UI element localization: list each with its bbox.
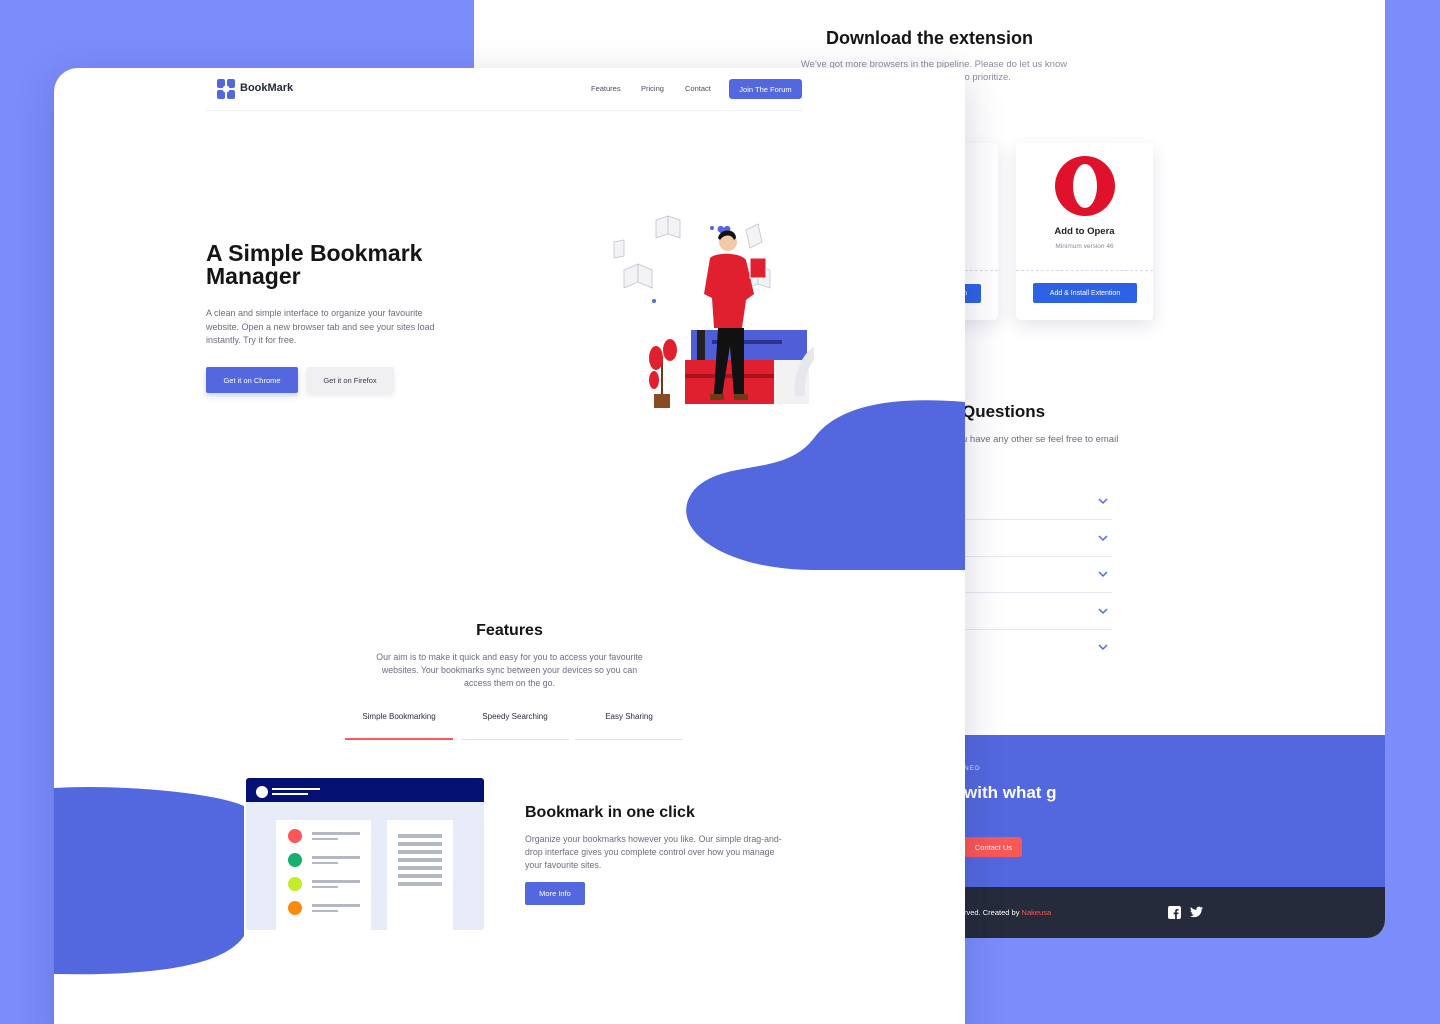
decorative-blob	[686, 400, 965, 570]
tab-simple-bookmarking[interactable]: Simple Bookmarking	[345, 704, 453, 740]
hero-subtitle: A clean and simple interface to organize…	[206, 308, 435, 345]
faq-item[interactable]	[962, 521, 1112, 557]
feature-subtitle: Organize your bookmarks however you like…	[525, 834, 782, 870]
cta-heading: with what g	[964, 783, 1057, 802]
twitter-icon[interactable]	[1190, 906, 1203, 918]
opera-card: Add to Opera Minimum version 46 Add & In…	[1016, 143, 1153, 320]
footer-credits: rved. Created by Nakeusa	[964, 908, 1051, 917]
chevron-down-icon[interactable]	[1098, 533, 1108, 543]
faq-item[interactable]	[962, 557, 1112, 593]
mock-window-content	[276, 820, 453, 930]
opera-icon	[1055, 156, 1115, 216]
front-page-preview: BookMark Features Pricing Contact Join T…	[54, 68, 965, 1024]
opera-min-version: Minimum version 46	[1055, 243, 1114, 250]
bookmark-logo-icon[interactable]	[217, 79, 235, 99]
join-forum-button[interactable]: Join The Forum	[729, 79, 802, 99]
logo-text[interactable]: BookMark	[240, 82, 293, 94]
nav-divider	[206, 110, 802, 111]
get-chrome-button[interactable]: Get it on Chrome	[206, 367, 298, 393]
more-info-button[interactable]: More Info	[525, 882, 585, 905]
tab-easy-sharing[interactable]: Easy Sharing	[575, 704, 683, 740]
tab-speedy-searching[interactable]: Speedy Searching	[461, 704, 569, 740]
add-install-opera-button[interactable]: Add & Install Extention	[1033, 283, 1137, 303]
faq-item[interactable]	[962, 484, 1112, 520]
chevron-down-icon[interactable]	[1098, 496, 1108, 506]
facebook-icon[interactable]	[1168, 906, 1181, 919]
faq-title: Questions	[962, 402, 1046, 421]
hero-title: A Simple Bookmark Manager	[206, 240, 423, 289]
nav-link-pricing[interactable]: Pricing	[641, 84, 664, 93]
faq-item[interactable]	[962, 630, 1112, 666]
features-subtitle: Our aim is to make it quick and easy for…	[376, 652, 643, 688]
bookmark-app-illustration	[246, 778, 484, 930]
nav-link-contact[interactable]: Contact	[685, 84, 711, 93]
cta-eyebrow: NED	[964, 765, 981, 772]
card-divider	[1016, 270, 1153, 271]
feature-title: Bookmark in one click	[525, 804, 695, 821]
contact-us-button[interactable]: Contact Us	[964, 837, 1022, 857]
decorative-blob	[54, 786, 244, 975]
features-title: Features	[476, 622, 543, 639]
faq-item[interactable]	[962, 594, 1112, 630]
hero-reader-illustration	[613, 215, 814, 408]
get-firefox-button[interactable]: Get it on Firefox	[306, 367, 394, 393]
footer-author-link[interactable]: Nakeusa	[1022, 908, 1052, 917]
chevron-down-icon[interactable]	[1098, 569, 1108, 579]
faq-subtitle: u have any other se feel free to email	[962, 434, 1119, 445]
chevron-down-icon[interactable]	[1098, 606, 1108, 616]
footer-credits-text: rved. Created by	[964, 908, 1022, 917]
nav-link-features[interactable]: Features	[591, 84, 621, 93]
opera-card-title: Add to Opera	[1054, 226, 1115, 237]
download-title: Download the extension	[825, 28, 1034, 48]
chevron-down-icon[interactable]	[1098, 642, 1108, 652]
